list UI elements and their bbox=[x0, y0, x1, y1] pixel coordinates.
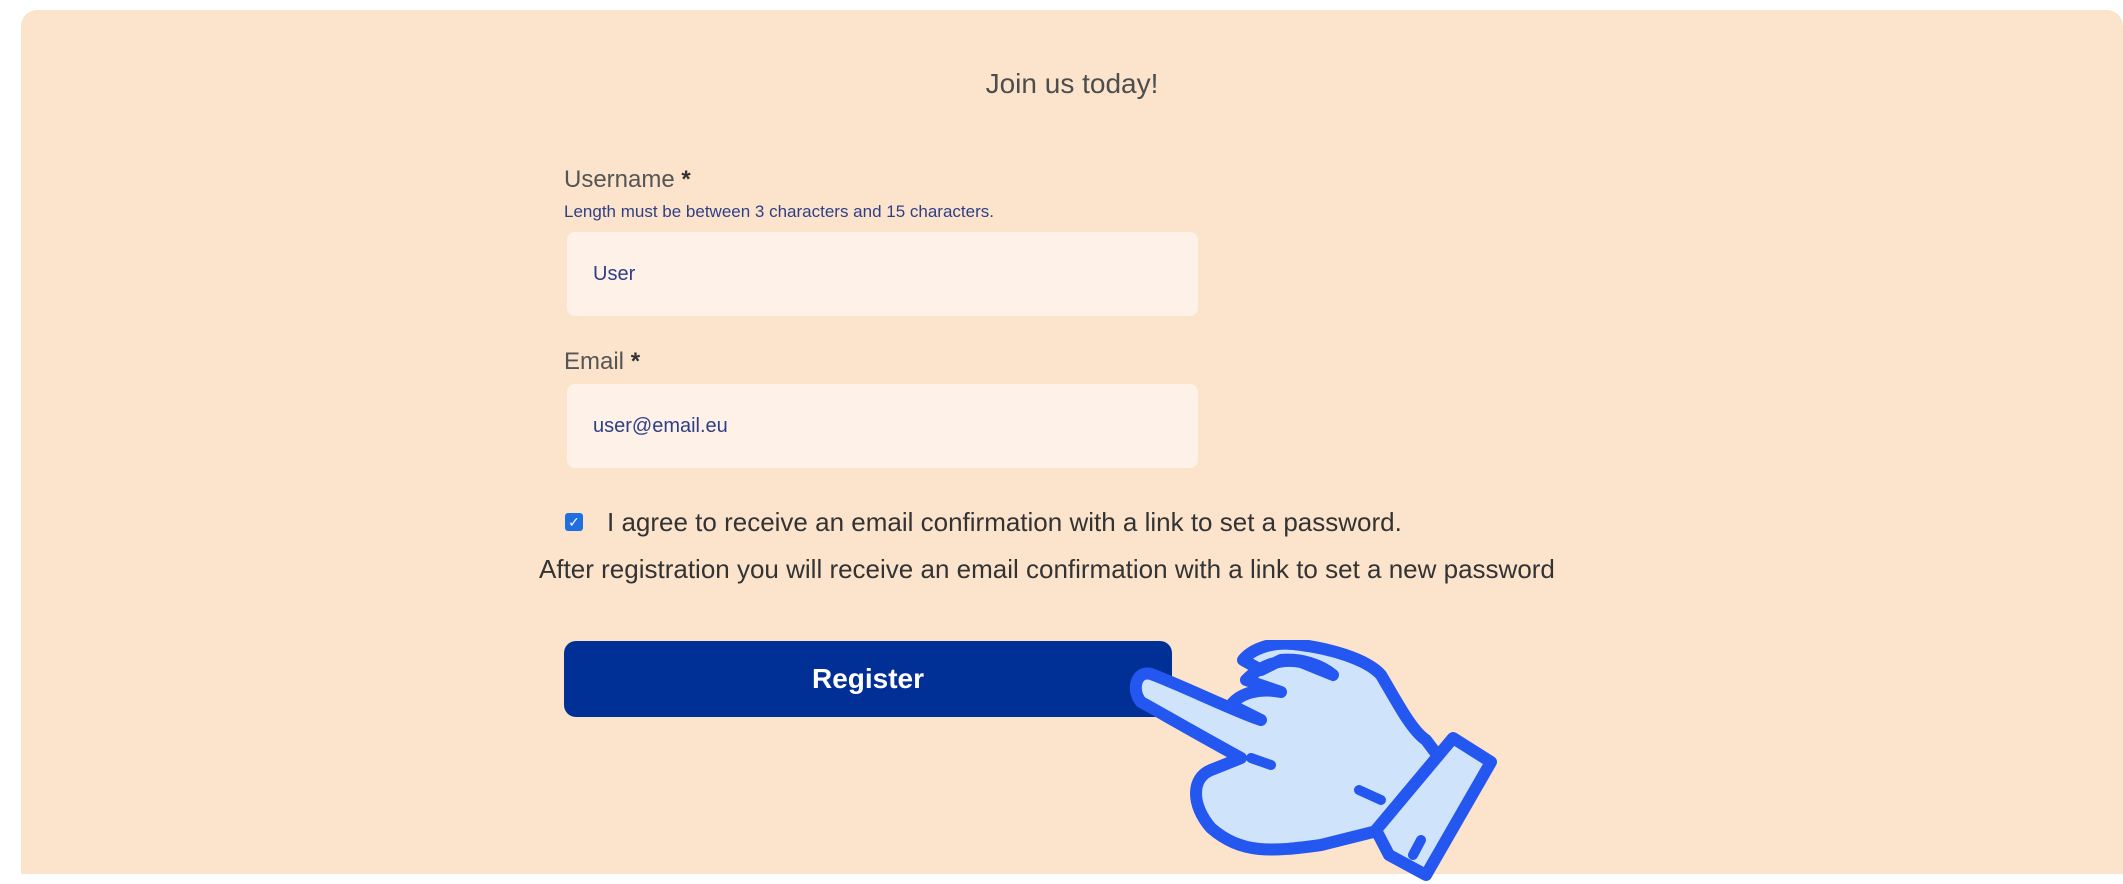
pointing-hand-icon bbox=[1129, 640, 1497, 881]
username-label: Username * bbox=[564, 166, 691, 194]
registration-panel: Join us today! Username * Length must be… bbox=[21, 10, 2123, 881]
register-button[interactable]: Register bbox=[564, 641, 1172, 717]
username-input[interactable] bbox=[567, 232, 1198, 316]
email-input[interactable] bbox=[567, 384, 1198, 468]
required-mark: * bbox=[630, 348, 641, 375]
agree-checkbox[interactable]: ✓ bbox=[565, 513, 583, 531]
email-label: Email * bbox=[564, 348, 640, 376]
username-label-text: Username bbox=[564, 166, 675, 193]
required-mark: * bbox=[681, 166, 691, 193]
username-hint: Length must be between 3 characters and … bbox=[564, 202, 994, 221]
agree-label: I agree to receive an email confirmation… bbox=[607, 507, 1402, 537]
form-title: Join us today! bbox=[985, 68, 1159, 99]
registration-info-text: After registration you will receive an e… bbox=[539, 554, 1555, 584]
email-label-text: Email bbox=[564, 348, 625, 375]
